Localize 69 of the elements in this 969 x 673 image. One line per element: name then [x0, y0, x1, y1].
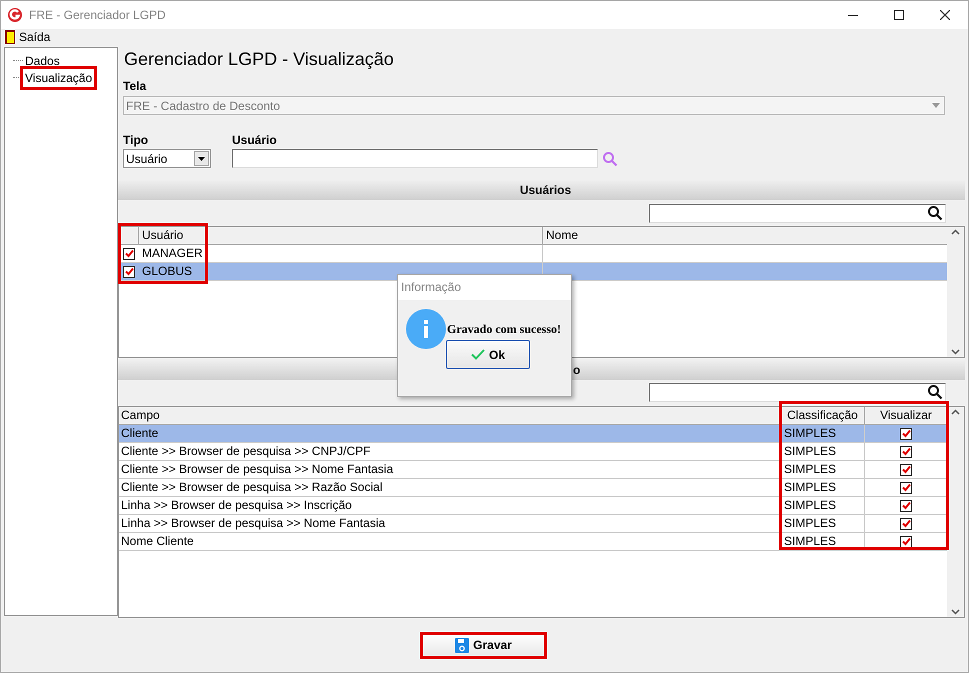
- table-cell: SIMPLES: [781, 533, 865, 550]
- table-row[interactable]: Linha >> Browser de pesquisa >> Inscrição SIMPLES: [119, 497, 947, 515]
- ok-button[interactable]: Ok: [446, 340, 530, 369]
- door-icon: [5, 30, 15, 44]
- checkbox[interactable]: [123, 248, 135, 260]
- column-header[interactable]: Visualizar: [865, 407, 947, 424]
- search-field[interactable]: [649, 204, 946, 222]
- app-logo-icon: [7, 7, 23, 23]
- table-row[interactable]: Cliente SIMPLES: [119, 425, 947, 443]
- column-header[interactable]: Classificação: [781, 407, 865, 424]
- scroll-down-icon[interactable]: [951, 609, 960, 615]
- table-cell: Cliente >> Browser de pesquisa >> Nome Fantasia: [119, 461, 781, 478]
- table-cell: Cliente >> Browser de pesquisa >> CNPJ/CPF: [119, 443, 781, 460]
- window-title: FRE - Gerenciador LGPD: [29, 7, 166, 24]
- dialog-message: Gravado com sucesso!: [447, 321, 561, 338]
- field-label: Tela: [122, 79, 148, 93]
- field-label: Tipo: [123, 133, 150, 147]
- table-cell: SIMPLES: [781, 461, 865, 478]
- screen-dropdown[interactable]: FRE - Cadastro de Desconto: [123, 96, 945, 115]
- checkbox[interactable]: [900, 500, 912, 512]
- field-label: Usuário: [232, 133, 278, 147]
- checkbox[interactable]: [900, 446, 912, 458]
- save-button[interactable]: Gravar: [420, 632, 547, 658]
- checkbox[interactable]: [123, 266, 135, 278]
- column-header[interactable]: Nome: [543, 227, 947, 244]
- table-cell: SIMPLES: [781, 479, 865, 496]
- table-cell: Linha >> Browser de pesquisa >> Nome Fantasia: [119, 515, 781, 532]
- table-row[interactable]: GLOBUS: [119, 263, 947, 281]
- table-cell: Nome Cliente: [119, 533, 781, 550]
- table-row[interactable]: Cliente >> Browser de pesquisa >> Nome Fantasia SIMPLES: [119, 461, 947, 479]
- scroll-up-icon[interactable]: [951, 409, 960, 415]
- section-header: Usuários: [118, 180, 965, 200]
- checkbox[interactable]: [900, 518, 912, 530]
- scroll-down-icon[interactable]: [951, 349, 960, 355]
- tree-item[interactable]: Dados: [23, 52, 62, 70]
- table-cell: SIMPLES: [781, 497, 865, 514]
- table-cell: Cliente >> Browser de pesquisa >> Razão Social: [119, 479, 781, 496]
- checkbox[interactable]: [900, 536, 912, 548]
- close-icon[interactable]: [940, 10, 950, 20]
- checkbox[interactable]: [900, 482, 912, 494]
- scroll-up-icon[interactable]: [951, 229, 960, 235]
- search-field[interactable]: [649, 382, 946, 402]
- table-cell: MANAGER: [139, 245, 543, 262]
- checkbox[interactable]: [900, 464, 912, 476]
- tree-item[interactable]: Visualização: [23, 68, 94, 86]
- table-row[interactable]: Nome Cliente SIMPLES: [119, 533, 947, 551]
- user-input[interactable]: [232, 149, 598, 168]
- table-cell: Linha >> Browser de pesquisa >> Inscrição: [119, 497, 781, 514]
- checkmark-icon: [470, 349, 485, 360]
- info-icon: [406, 309, 446, 349]
- table-cell: SIMPLES: [781, 425, 865, 442]
- column-header[interactable]: Usuário: [139, 227, 543, 244]
- table-cell: Cliente: [119, 425, 781, 442]
- dialog-title: Informação: [398, 275, 571, 300]
- table-row[interactable]: Cliente >> Browser de pesquisa >> Razão Social SIMPLES: [119, 479, 947, 497]
- menu-item[interactable]: Saída: [5, 28, 50, 46]
- search-icon[interactable]: [927, 384, 943, 400]
- column-header[interactable]: Campo: [119, 407, 781, 424]
- type-dropdown[interactable]: Usuário: [123, 149, 211, 168]
- scrollbar[interactable]: [947, 407, 964, 617]
- checkbox[interactable]: [900, 428, 912, 440]
- table-row[interactable]: Cliente >> Browser de pesquisa >> CNPJ/CPF SIMPLES: [119, 443, 947, 461]
- table-row[interactable]: MANAGER: [119, 245, 947, 263]
- table-cell: SIMPLES: [781, 515, 865, 532]
- page-heading: Gerenciador LGPD - Visualização: [123, 48, 395, 71]
- search-icon[interactable]: [927, 205, 943, 221]
- table-row[interactable]: Linha >> Browser de pesquisa >> Nome Fantasia SIMPLES: [119, 515, 947, 533]
- scrollbar[interactable]: [947, 227, 964, 357]
- table-cell: SIMPLES: [781, 443, 865, 460]
